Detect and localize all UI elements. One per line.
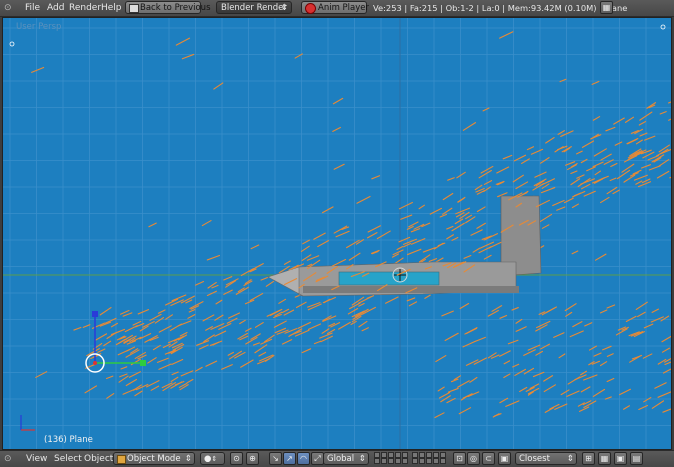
fuselage-underside bbox=[303, 286, 519, 293]
manipulator-toggle-icon[interactable]: ↘ bbox=[269, 452, 282, 465]
render-engine-label: Blender Render bbox=[221, 3, 287, 13]
dropdown-arrows-icon: ⇕ bbox=[358, 454, 366, 464]
view-axis-gizmo bbox=[20, 415, 35, 431]
mode-select[interactable]: Object Mode ⇕ bbox=[113, 452, 195, 465]
menu-view[interactable]: View bbox=[26, 453, 47, 465]
grid-floor bbox=[3, 18, 671, 449]
particle-field-front bbox=[84, 101, 671, 419]
menu-select[interactable]: Select bbox=[54, 453, 82, 465]
back-to-previous-button[interactable]: Back to Previous bbox=[125, 1, 211, 14]
screen-icon bbox=[129, 4, 139, 13]
menu-help[interactable]: Help bbox=[101, 2, 122, 14]
translate-manipulator-icon[interactable]: ↗ bbox=[283, 452, 296, 465]
scene-stats: Ve:253 | Fa:215 | Ob:1-2 | La:0 | Mem:93… bbox=[373, 3, 628, 13]
cube-icon bbox=[117, 455, 126, 464]
render-engine-select[interactable]: Blender Render ⇕ bbox=[216, 1, 292, 14]
menu-object[interactable]: Object bbox=[84, 453, 113, 465]
3d-viewport[interactable]: User Persp (136) Plane bbox=[2, 17, 672, 450]
stop-icon bbox=[305, 3, 316, 14]
dropdown-arrows-icon: ⇕ bbox=[280, 3, 288, 13]
screen-layout-icon[interactable]: ▦ bbox=[600, 1, 613, 14]
info-header: ⊙ File Add Render Help Back to Previous … bbox=[0, 0, 674, 17]
viewport-canvas bbox=[3, 18, 671, 449]
layer-buttons-left[interactable] bbox=[374, 452, 410, 465]
pivot-point-icon[interactable]: ⊙ bbox=[230, 452, 243, 465]
particle-field-back bbox=[31, 31, 671, 413]
layer-buttons-right[interactable] bbox=[412, 452, 448, 465]
anim-player-label: Anim Player bbox=[318, 3, 369, 13]
snap-toggle-icon[interactable]: ⊂ bbox=[482, 452, 495, 465]
canopy-window bbox=[338, 271, 440, 286]
active-object-label: (136) Plane bbox=[44, 435, 93, 445]
3d-view-header: ⊙ View Select Object Object Mode ⇕ ●⇕ ⊙ … bbox=[0, 450, 674, 467]
align-rotation-icon[interactable]: ⊞ bbox=[582, 452, 595, 465]
opengl-render-icon[interactable]: ▣ bbox=[614, 452, 627, 465]
editor-type-icon[interactable]: ⊙ bbox=[4, 2, 12, 14]
menu-render[interactable]: Render bbox=[69, 2, 101, 14]
snap-target-select[interactable]: Closest ⇕ bbox=[515, 452, 577, 465]
opengl-anim-icon[interactable]: ▤ bbox=[630, 452, 643, 465]
dropdown-arrows-icon: ⇕ bbox=[184, 454, 192, 464]
viewport-shading-select[interactable]: ●⇕ bbox=[200, 452, 225, 465]
back-to-previous-label: Back to Previous bbox=[140, 3, 211, 13]
view-name-label: User Persp bbox=[16, 22, 62, 32]
editor-type-icon[interactable]: ⊙ bbox=[4, 453, 12, 465]
transform-orientation-select[interactable]: Global ⇕ bbox=[323, 452, 369, 465]
rotate-manipulator-icon[interactable]: ◠ bbox=[297, 452, 310, 465]
region-corner-left bbox=[9, 41, 15, 47]
anim-player-button[interactable]: Anim Player bbox=[301, 1, 369, 14]
orientation-label: Global bbox=[327, 454, 355, 464]
render-preview-icon[interactable]: ▦ bbox=[598, 452, 611, 465]
snap-element-icon[interactable]: ▣ bbox=[498, 452, 511, 465]
lock-layers-icon[interactable]: ⊡ bbox=[453, 452, 466, 465]
mode-label: Object Mode bbox=[127, 454, 181, 464]
dropdown-arrows-icon: ⇕ bbox=[566, 454, 574, 464]
pivot-options-icon[interactable]: ⊕ bbox=[246, 452, 259, 465]
proportional-edit-icon[interactable]: ◎ bbox=[467, 452, 480, 465]
snap-target-label: Closest bbox=[519, 454, 550, 464]
menu-add[interactable]: Add bbox=[47, 2, 64, 14]
menu-file[interactable]: File bbox=[25, 2, 40, 14]
